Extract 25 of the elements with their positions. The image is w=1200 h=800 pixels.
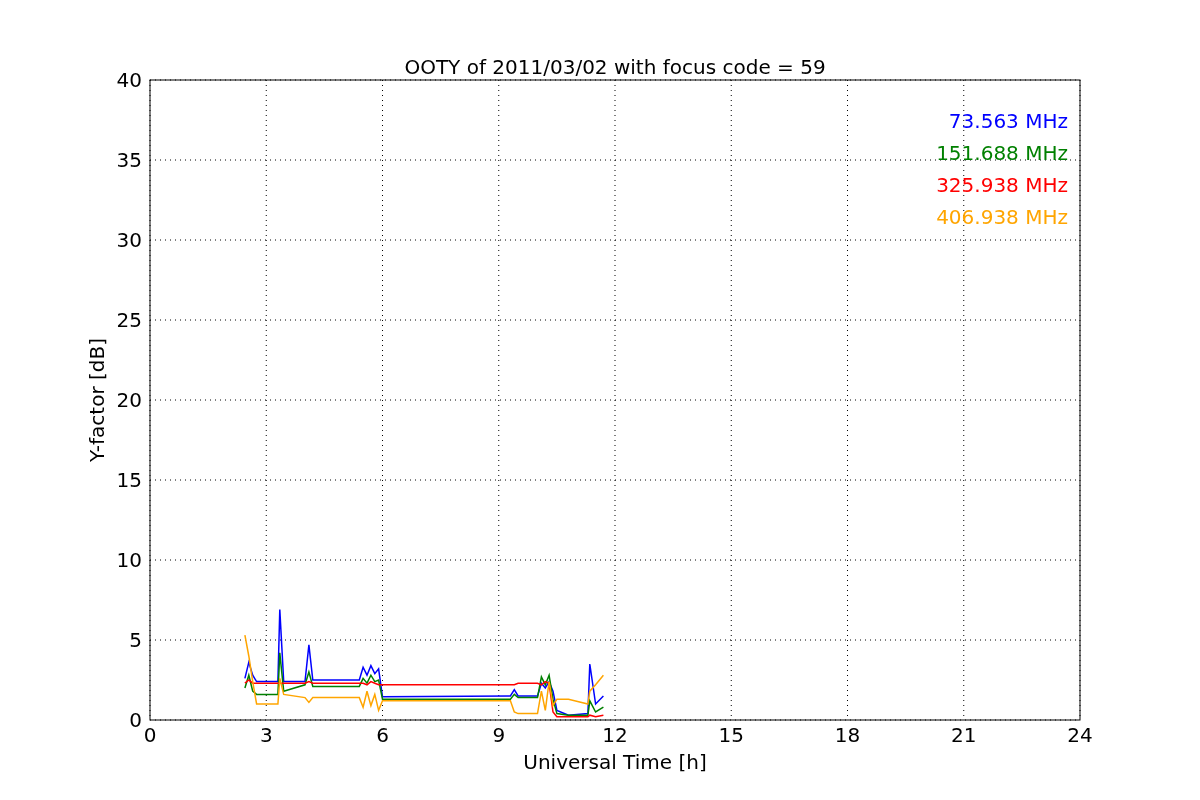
y-tick-label: 15 [116, 468, 142, 492]
x-tick-label: 24 [1067, 723, 1093, 747]
y-tick-label: 5 [129, 628, 142, 652]
legend-label: 151.688 MHz [936, 141, 1068, 165]
x-tick-label: 9 [492, 723, 506, 747]
y-tick-label: 35 [116, 148, 142, 172]
y-axis-label: Y-factor [dB] [85, 338, 109, 462]
y-tick-label: 0 [129, 708, 142, 732]
y-tick-label: 40 [116, 68, 142, 92]
legend-label: 406.938 MHz [936, 205, 1068, 229]
x-tick-label: 21 [951, 723, 977, 747]
y-tick-label: 20 [116, 388, 142, 412]
y-tick-label: 30 [116, 228, 142, 252]
x-tick-label: 18 [834, 723, 861, 747]
x-tick-label: 6 [376, 723, 389, 747]
x-tick-label: 0 [143, 723, 157, 747]
x-axis-label: Universal Time [h] [523, 750, 707, 774]
x-tick-label: 12 [602, 723, 628, 747]
y-tick-label: 10 [116, 548, 142, 572]
legend-label: 325.938 MHz [936, 173, 1068, 197]
y-tick-label: 25 [116, 308, 142, 332]
x-tick-label: 15 [718, 723, 744, 747]
x-tick-label: 3 [259, 723, 273, 747]
chart-title: OOTY of 2011/03/02 with focus code = 59 [404, 55, 826, 79]
legend-label: 73.563 MHz [948, 109, 1068, 133]
